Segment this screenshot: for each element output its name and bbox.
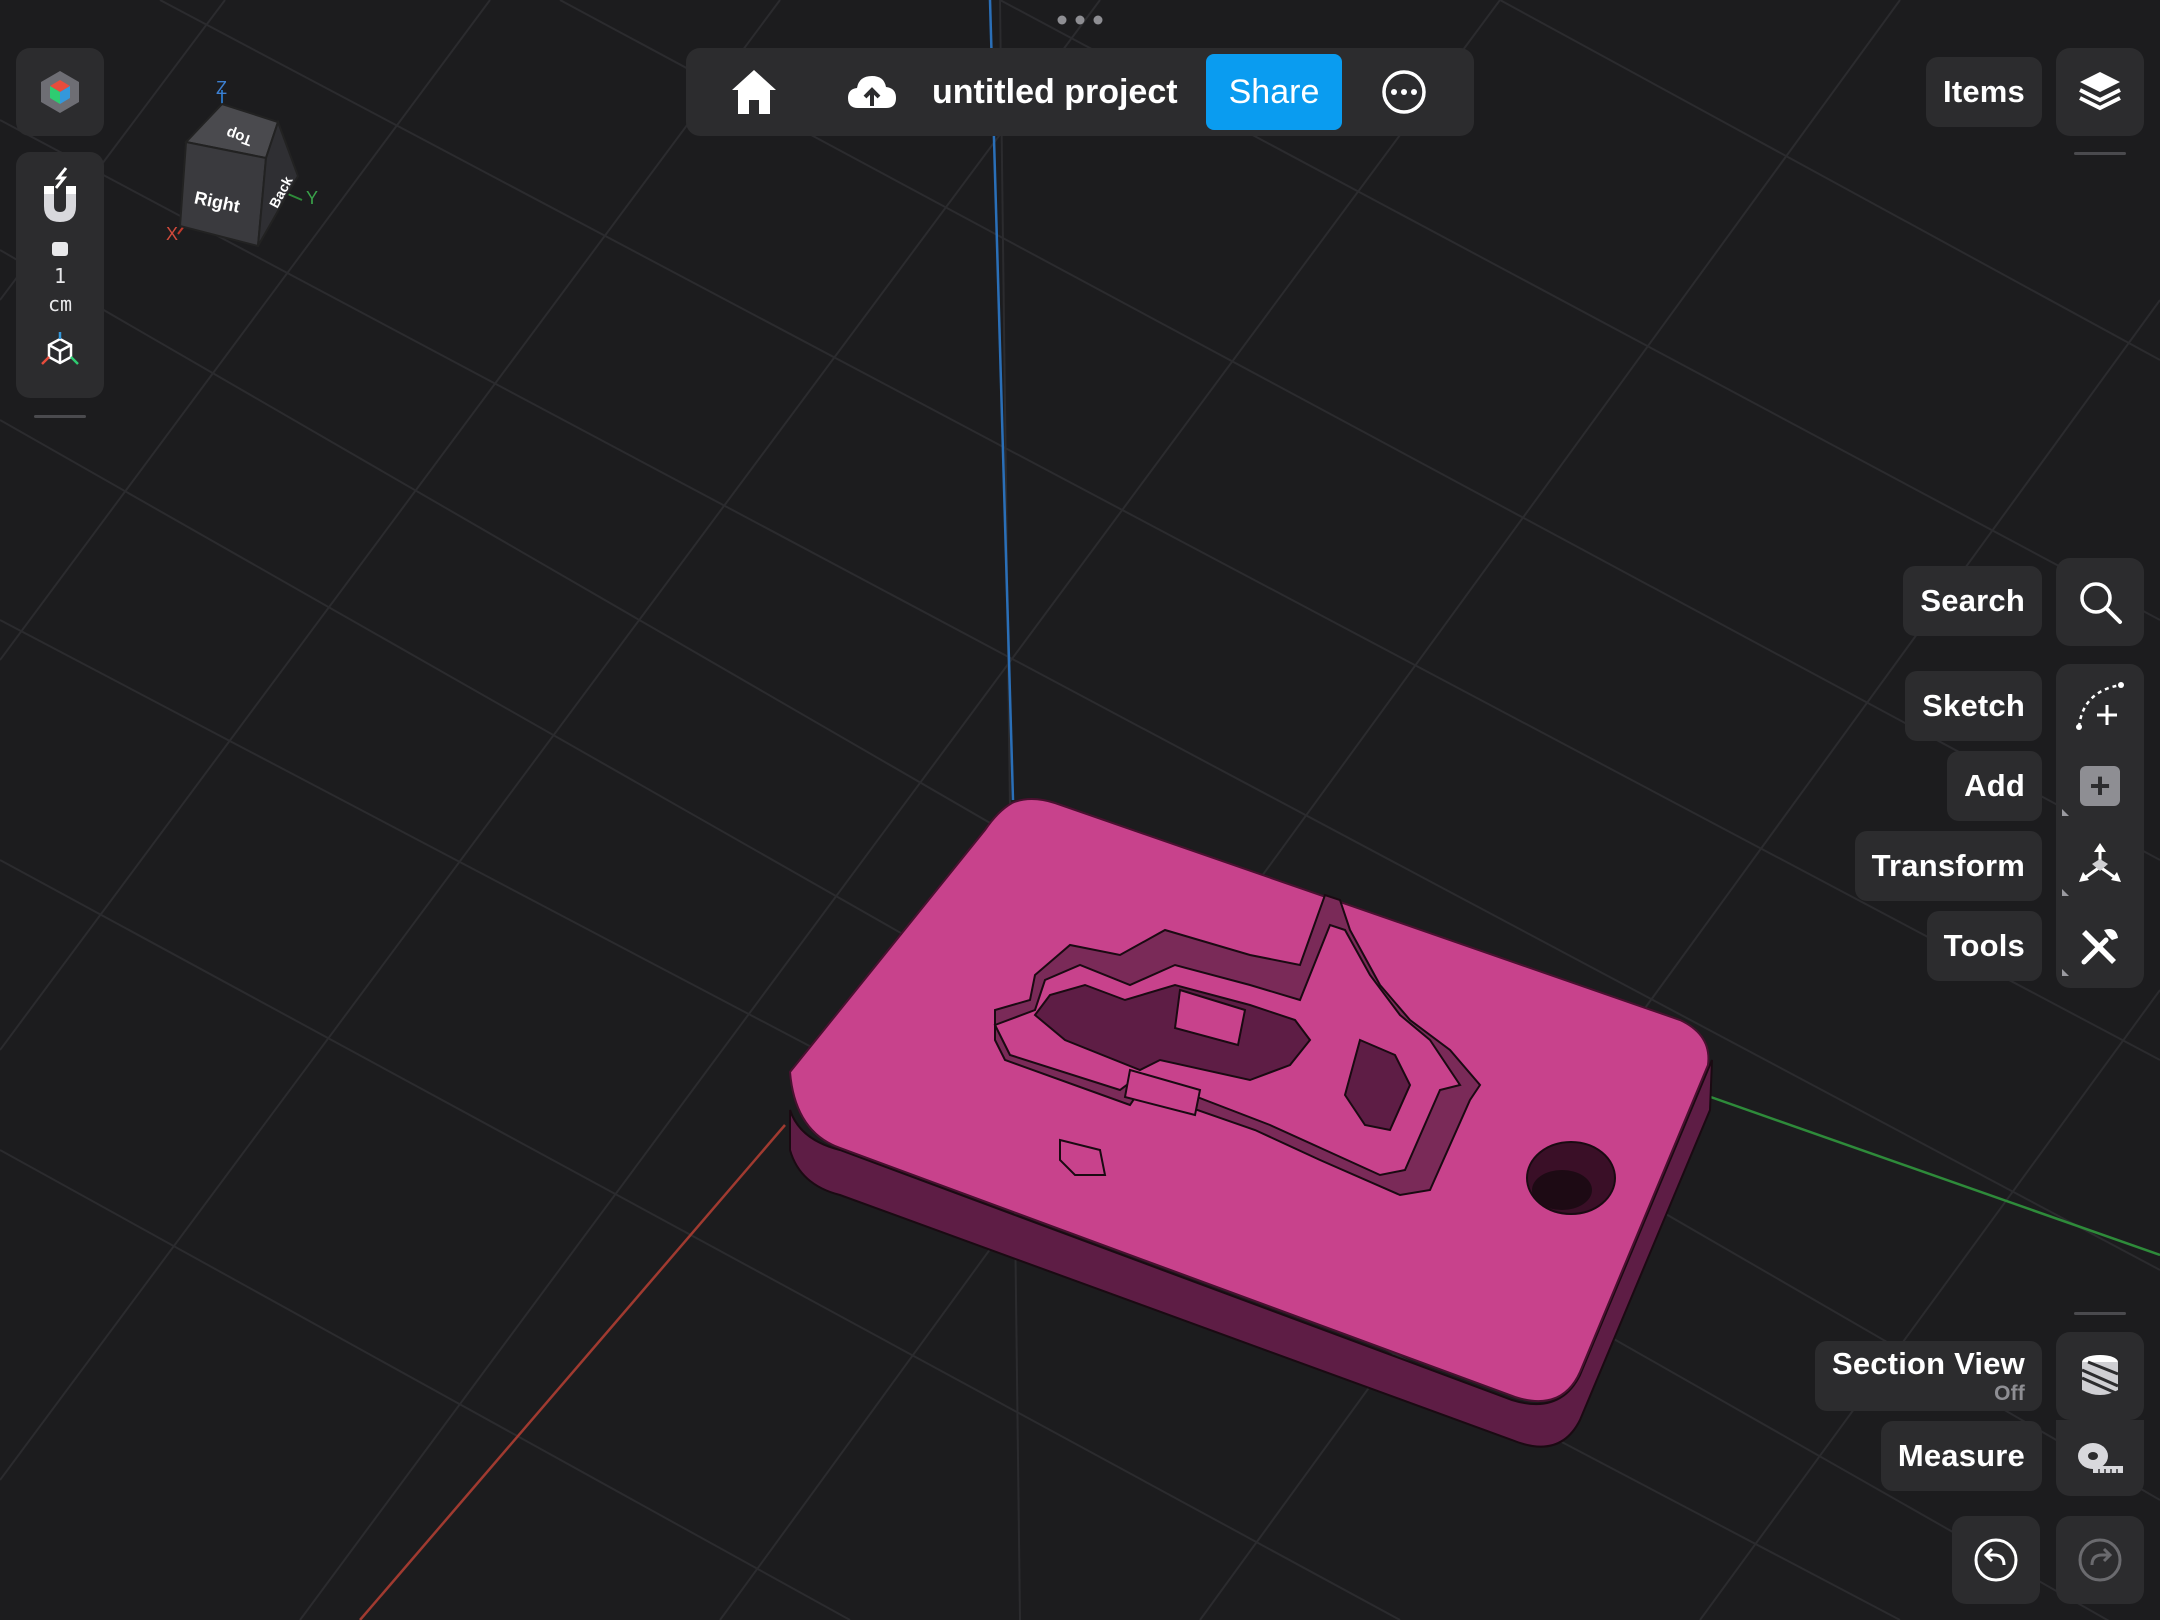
add-icon: + xyxy=(2080,766,2120,806)
magnet-icon xyxy=(44,167,76,222)
measure-icon xyxy=(2078,1443,2123,1473)
lock-icon[interactable] xyxy=(52,242,68,256)
search-label[interactable]: Search xyxy=(1903,566,2042,636)
snap-unit: cm xyxy=(47,292,73,316)
redo-icon xyxy=(2078,1538,2122,1582)
sketch-label[interactable]: Sketch xyxy=(1905,671,2042,741)
section-view-label[interactable]: Section View Off xyxy=(1814,1341,2042,1411)
cloud-upload-icon[interactable] xyxy=(846,70,898,114)
measure-label[interactable]: Measure xyxy=(1880,1421,2042,1491)
tools-button[interactable] xyxy=(2056,910,2144,982)
transform-button[interactable] xyxy=(2056,830,2144,902)
redo-button[interactable] xyxy=(2056,1516,2144,1604)
snap-value: 1 xyxy=(53,264,67,288)
section-view-button[interactable] xyxy=(2056,1332,2144,1420)
cube-axes-icon xyxy=(41,332,79,365)
section-view-icon xyxy=(2081,1355,2119,1396)
transform-label[interactable]: Transform xyxy=(1854,831,2042,901)
axis-label-x: X xyxy=(166,224,179,244)
tools-label[interactable]: Tools xyxy=(1926,911,2042,981)
tools-icon xyxy=(2081,929,2118,965)
keychain-model[interactable] xyxy=(788,798,1713,1448)
home-icon[interactable] xyxy=(728,66,780,118)
app-logo-button[interactable] xyxy=(16,48,104,136)
left-toolbar-handle[interactable] xyxy=(34,415,86,418)
undo-icon xyxy=(1974,1538,2018,1582)
add-label[interactable]: Add xyxy=(1947,751,2042,821)
grid-view-toggle[interactable] xyxy=(16,330,104,380)
x-axis-line xyxy=(359,1124,786,1620)
add-button[interactable]: + xyxy=(2056,750,2144,822)
top-handle[interactable] xyxy=(1057,15,1103,25)
right-bottom-handle[interactable] xyxy=(2074,1312,2126,1315)
search-button[interactable] xyxy=(2056,558,2144,646)
undo-button[interactable] xyxy=(1952,1516,2040,1604)
axis-label-y: Y xyxy=(306,188,319,208)
view-cube[interactable]: Z X Y Top Right Back xyxy=(160,76,320,256)
y-axis-line xyxy=(1704,1093,2160,1257)
items-label[interactable]: Items xyxy=(1926,57,2042,127)
search-icon xyxy=(2080,582,2122,624)
project-title[interactable]: untitled project xyxy=(932,48,1178,136)
section-view-state: Off xyxy=(1994,1382,2025,1405)
axis-label-z: Z xyxy=(216,78,227,98)
transform-icon xyxy=(2079,843,2121,882)
sketch-icon xyxy=(2076,682,2124,730)
snap-toggle[interactable] xyxy=(16,166,104,238)
top-bar: untitled project Share xyxy=(686,48,1474,136)
layers-icon xyxy=(2079,72,2121,111)
share-button[interactable]: Share xyxy=(1206,54,1342,130)
right-top-handle[interactable] xyxy=(2074,152,2126,155)
app-logo-icon xyxy=(41,71,79,113)
snap-toolbar: 1 cm xyxy=(16,152,104,398)
more-icon[interactable] xyxy=(1380,68,1428,116)
items-button[interactable] xyxy=(2056,48,2144,136)
measure-button[interactable] xyxy=(2056,1420,2144,1496)
sketch-button[interactable] xyxy=(2056,670,2144,742)
